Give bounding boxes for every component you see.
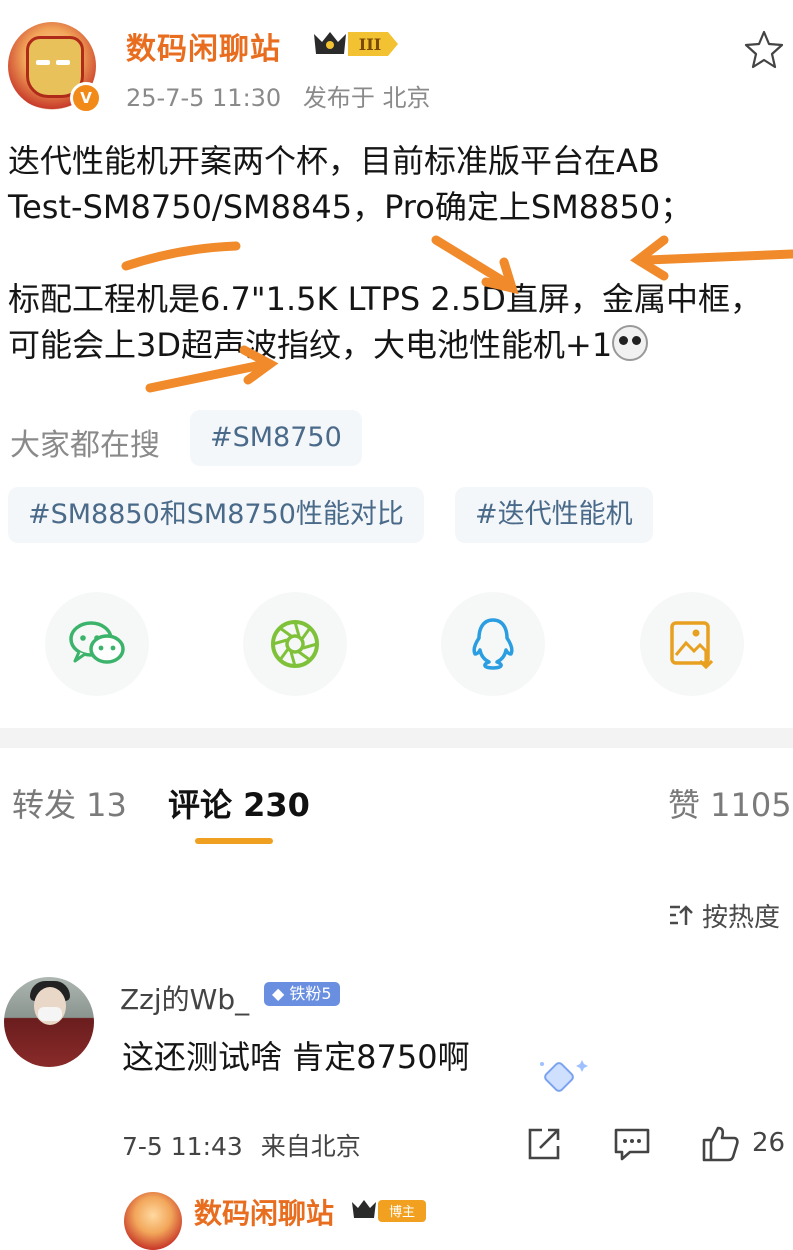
tab-comments[interactable]: 评论 230 [168, 780, 310, 826]
hashtag-chip[interactable]: #SM8850和SM8750性能对比 [8, 487, 424, 543]
sort-icon [670, 904, 693, 925]
rank-badge-label: III [359, 35, 381, 54]
sort-label: 按热度 [702, 903, 781, 933]
post-location: 发布于 北京 [302, 84, 431, 112]
post-line-5-text: 可能会上3D超声波指纹，大电池性能机+1 [8, 326, 613, 364]
section-divider [0, 728, 793, 748]
share-wechat-button[interactable] [45, 592, 149, 696]
mask-eye-right [56, 60, 70, 65]
reply-author-name[interactable]: 数码闲聊站 [194, 1192, 334, 1232]
post-meta: 25-7-5 11:30 发布于 北京 [126, 78, 444, 113]
share-moments-button[interactable] [243, 592, 347, 696]
comment-location: 来自北京 [260, 1132, 361, 1161]
author-name[interactable]: 数码闲聊站 [126, 24, 281, 68]
rank-badge: III [314, 32, 398, 56]
sort-by-hot-button[interactable]: 按热度 [668, 897, 780, 934]
post-line-4: 标配工程机是6.7"1.5K LTPS 2.5D直屏，金属中框， [8, 280, 762, 318]
fan-level-badge: ◆ 铁粉5 [264, 982, 340, 1006]
comment-like-count: 26 [752, 1128, 786, 1158]
post-line-gap [8, 230, 793, 276]
post-line-1: 迭代性能机开案两个杯，目前标准版平台在AB [8, 142, 660, 180]
post-date: 25-7-5 11:30 [126, 84, 282, 112]
hashtag-chip[interactable]: #SM8750 [190, 410, 362, 466]
post-line-2: Test-SM8750/SM8845，Pro确定上SM8850； [8, 188, 693, 226]
favorite-star-icon[interactable] [742, 28, 786, 72]
comment-meta: 7-5 11:43 来自北京 [122, 1127, 371, 1163]
commenter-avatar[interactable] [4, 977, 94, 1067]
share-comment-icon[interactable] [524, 1124, 564, 1164]
like-comment-icon[interactable] [700, 1124, 740, 1164]
comment-text: 这还测试啥 肯定8750啊 [122, 1038, 470, 1076]
qq-icon [472, 618, 514, 670]
reply-author-avatar[interactable] [124, 1192, 182, 1250]
tab-repost[interactable]: 转发 13 [12, 780, 127, 826]
save-image-icon [670, 621, 714, 669]
trending-search-label: 大家都在搜 [10, 428, 160, 463]
moments-icon [271, 620, 319, 668]
share-qq-button[interactable] [441, 592, 545, 696]
verified-badge: V [70, 82, 102, 114]
hashtag-chip[interactable]: #迭代性能机 [455, 487, 653, 543]
tab-likes[interactable]: 赞 1105 [668, 780, 792, 826]
avatar-face-mask [38, 1007, 62, 1021]
post-body: 迭代性能机开案两个杯，目前标准版平台在AB Test-SM8750/SM8845… [8, 138, 793, 368]
panda-emoji-icon [612, 325, 649, 361]
reply-comment-icon[interactable] [612, 1124, 652, 1164]
comment-time: 7-5 11:43 [122, 1132, 243, 1161]
mask-eye-left [36, 60, 50, 65]
fan-badge-label: 铁粉5 [289, 984, 332, 1003]
reply-badge-label: 博主 [389, 1205, 415, 1220]
wechat-icon [69, 621, 125, 664]
post-line-5: 可能会上3D超声波指纹，大电池性能机+1 [8, 322, 793, 368]
reply-author-badge: 博主 [352, 1200, 426, 1222]
tab-active-indicator [195, 838, 273, 844]
save-image-button[interactable] [640, 592, 744, 696]
sparkle-decoration-icon [540, 1060, 588, 1092]
commenter-name[interactable]: Zzj的Wb_ [120, 978, 249, 1018]
